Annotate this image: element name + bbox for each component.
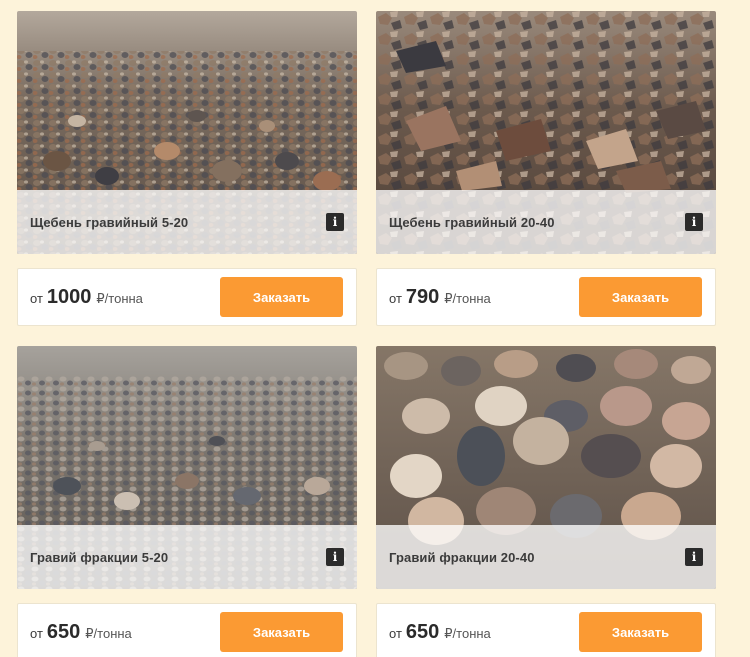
product-grid: Щебень гравийный 5-20 i от 1000 ₽/тонна … bbox=[0, 0, 750, 657]
product-image[interactable]: Щебень гравийный 20-40 i bbox=[376, 11, 716, 254]
price-unit: ₽/тонна bbox=[444, 625, 491, 641]
price-prefix: от bbox=[30, 625, 43, 641]
price-prefix: от bbox=[389, 290, 402, 306]
info-icon[interactable]: i bbox=[685, 213, 703, 231]
product-image[interactable]: Щебень гравийный 5-20 i bbox=[17, 11, 357, 254]
price-value: 790 bbox=[405, 285, 440, 308]
price-value: 1000 bbox=[46, 285, 92, 308]
price-unit: ₽/тонна bbox=[444, 290, 491, 306]
price-row: от 650 ₽/тонна Заказать bbox=[376, 603, 716, 657]
price-unit: ₽/тонна bbox=[85, 625, 132, 641]
product-card: Щебень гравийный 5-20 i от 1000 ₽/тонна … bbox=[17, 11, 357, 326]
price: от 790 ₽/тонна bbox=[389, 286, 491, 309]
price-value: 650 bbox=[46, 620, 81, 643]
product-title: Щебень гравийный 5-20 bbox=[30, 214, 189, 230]
order-button[interactable]: Заказать bbox=[579, 277, 702, 317]
caption-bar: Щебень гравийный 5-20 i bbox=[17, 190, 357, 254]
product-card: Гравий фракции 20-40 i от 650 ₽/тонна За… bbox=[376, 346, 716, 657]
price-row: от 650 ₽/тонна Заказать bbox=[17, 603, 357, 657]
price-row: от 1000 ₽/тонна Заказать bbox=[17, 268, 357, 326]
order-button[interactable]: Заказать bbox=[220, 277, 343, 317]
price: от 1000 ₽/тонна bbox=[30, 286, 143, 309]
price-row: от 790 ₽/тонна Заказать bbox=[376, 268, 716, 326]
caption-bar: Щебень гравийный 20-40 i bbox=[376, 190, 716, 254]
order-button[interactable]: Заказать bbox=[579, 612, 702, 652]
info-icon[interactable]: i bbox=[326, 548, 344, 566]
price-unit: ₽/тонна bbox=[96, 290, 143, 306]
product-card: Гравий фракции 5-20 i от 650 ₽/тонна Зак… bbox=[17, 346, 357, 657]
caption-bar: Гравий фракции 5-20 i bbox=[17, 525, 357, 589]
price-prefix: от bbox=[30, 290, 43, 306]
product-title: Щебень гравийный 20-40 bbox=[389, 214, 555, 230]
product-title: Гравий фракции 5-20 bbox=[30, 549, 169, 565]
price-prefix: от bbox=[389, 625, 402, 641]
product-card: Щебень гравийный 20-40 i от 790 ₽/тонна … bbox=[376, 11, 716, 326]
info-icon[interactable]: i bbox=[326, 213, 344, 231]
info-icon[interactable]: i bbox=[685, 548, 703, 566]
product-title: Гравий фракции 20-40 bbox=[389, 549, 535, 565]
product-image[interactable]: Гравий фракции 5-20 i bbox=[17, 346, 357, 589]
price: от 650 ₽/тонна bbox=[389, 621, 491, 644]
order-button[interactable]: Заказать bbox=[220, 612, 343, 652]
price: от 650 ₽/тонна bbox=[30, 621, 132, 644]
caption-bar: Гравий фракции 20-40 i bbox=[376, 525, 716, 589]
product-image[interactable]: Гравий фракции 20-40 i bbox=[376, 346, 716, 589]
price-value: 650 bbox=[405, 620, 440, 643]
